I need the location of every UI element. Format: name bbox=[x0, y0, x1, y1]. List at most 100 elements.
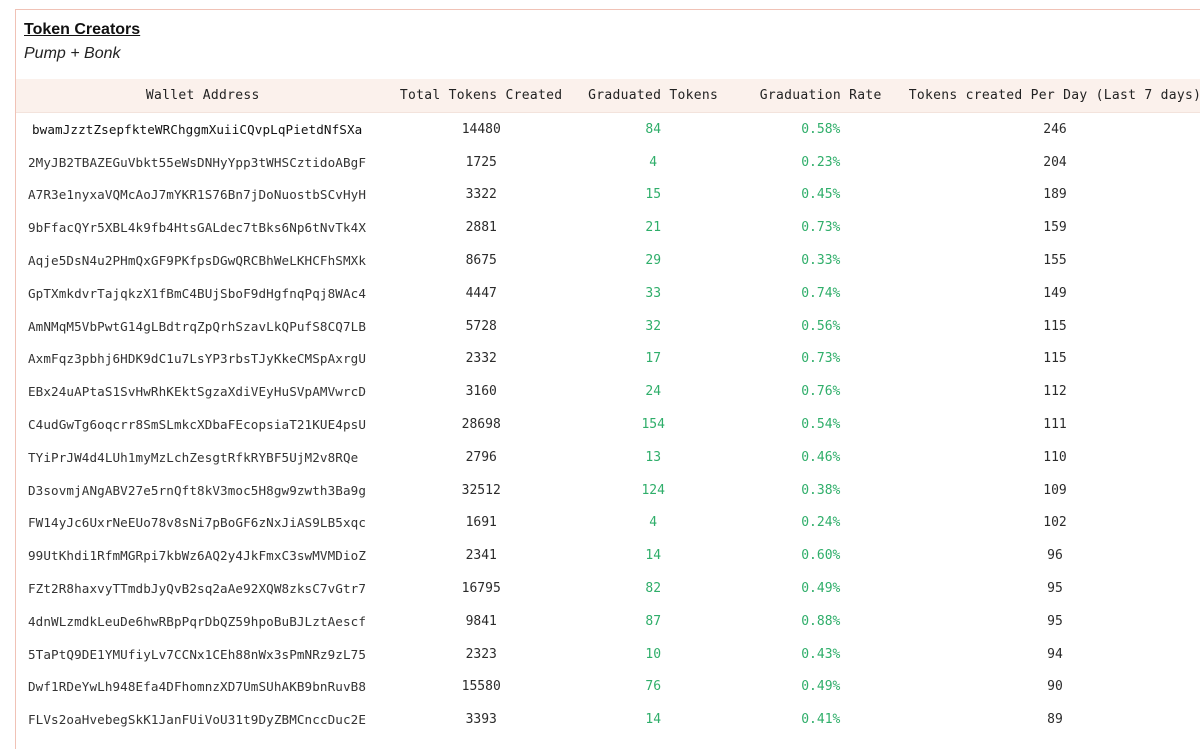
total-tokens-cell: 16795 bbox=[461, 581, 501, 597]
total-tokens-cell: 3322 bbox=[465, 187, 497, 203]
tokens-per-day-cell: 95 bbox=[1047, 581, 1063, 597]
table-row[interactable]: 4dnWLzmdkLeuDe6hwRBpPqrDbQZ59hpoBuBJLztA… bbox=[16, 605, 1200, 638]
graduated-tokens-cell: 124 bbox=[641, 482, 665, 498]
total-tokens-cell: 2881 bbox=[465, 220, 497, 236]
total-tokens-cell: 2796 bbox=[465, 449, 497, 465]
tokens-per-day-cell: 155 bbox=[1043, 253, 1067, 269]
tokens-per-day-cell: 109 bbox=[1043, 482, 1067, 498]
tokens-per-day-cell: 111 bbox=[1043, 417, 1067, 433]
column-header-total-tokens[interactable]: Total Tokens Created bbox=[389, 88, 572, 103]
graduation-rate-cell: 0.76% bbox=[801, 384, 841, 400]
total-tokens-cell: 8675 bbox=[465, 253, 497, 269]
total-tokens-cell: 3393 bbox=[465, 712, 497, 728]
wallet-address-cell: TYiPrJW4d4LUh1myMzLchZesgtRfkRYBF5UjM2v8… bbox=[28, 449, 359, 465]
graduated-tokens-cell: 76 bbox=[645, 679, 662, 695]
data-table: Wallet Address Total Tokens Created Grad… bbox=[16, 79, 1200, 736]
total-tokens-cell: 14480 bbox=[461, 121, 501, 137]
table-row[interactable]: GpTXmkdvrTajqkzX1fBmC4BUjSboF9dHgfnqPqj8… bbox=[16, 277, 1200, 310]
table-row[interactable]: AxmFqz3pbhj6HDK9dC1u7LsYP3rbsTJyKkeCMSpA… bbox=[16, 343, 1200, 376]
wallet-address-cell: 9bFfacQYr5XBL4k9fb4HtsGALdec7tBks6Np6tNv… bbox=[28, 220, 367, 236]
tokens-per-day-cell: 102 bbox=[1043, 515, 1067, 531]
wallet-address-cell: AxmFqz3pbhj6HDK9dC1u7LsYP3rbsTJyKkeCMSpA… bbox=[28, 351, 367, 367]
graduation-rate-cell: 0.43% bbox=[801, 646, 841, 662]
table-row[interactable]: 2MyJB2TBAZEGuVbkt55eWsDNHyYpp3tWHSCztido… bbox=[16, 146, 1200, 179]
table-row[interactable]: AmNMqM5VbPwtG14gLBdtrqZpQrhSzavLkQPufS8C… bbox=[16, 310, 1200, 343]
tokens-per-day-cell: 246 bbox=[1043, 121, 1067, 137]
wallet-address-cell: D3sovmjANgABV27e5rnQft8kV3moc5H8gw9zwth3… bbox=[28, 482, 367, 498]
total-tokens-cell: 15580 bbox=[461, 679, 501, 695]
table-row[interactable]: FZt2R8haxvyTTmdbJyQvB2sq2aAe92XQW8zksC7v… bbox=[16, 572, 1200, 605]
tokens-per-day-cell: 204 bbox=[1043, 154, 1067, 170]
graduation-rate-cell: 0.45% bbox=[801, 187, 841, 203]
graduation-rate-cell: 0.58% bbox=[801, 121, 841, 137]
wallet-address-cell: FZt2R8haxvyTTmdbJyQvB2sq2aAe92XQW8zksC7v… bbox=[28, 581, 367, 597]
wallet-address-cell: C4udGwTg6oqcrr8SmSLmkcXDbaFEcopsiaT21KUE… bbox=[28, 417, 367, 433]
panel-title[interactable]: Token Creators bbox=[24, 21, 140, 39]
table-row[interactable]: EBx24uAPtaS1SvHwRhKEktSgzaXdiVEyHuSVpAMV… bbox=[16, 375, 1200, 408]
graduated-tokens-cell: 17 bbox=[645, 351, 662, 367]
table-row[interactable]: 99UtKhdi1RfmMGRpi7kbWz6AQ2y4JkFmxC3swMVM… bbox=[16, 539, 1200, 572]
graduation-rate-cell: 0.88% bbox=[801, 613, 841, 629]
total-tokens-cell: 28698 bbox=[461, 417, 501, 433]
graduated-tokens-cell: 15 bbox=[645, 187, 662, 203]
total-tokens-cell: 5728 bbox=[465, 318, 497, 334]
table-row[interactable]: 5TaPtQ9DE1YMUfiyLv7CCNx1CEh88nWx3sPmNRz9… bbox=[16, 638, 1200, 671]
graduation-rate-cell: 0.56% bbox=[801, 318, 841, 334]
table-row[interactable]: FLVs2oaHvebegSkK1JanFUiVoU31t9DyZBMCnccD… bbox=[16, 703, 1200, 736]
panel-subtitle: Pump + Bonk bbox=[24, 45, 121, 62]
wallet-address-cell: 99UtKhdi1RfmMGRpi7kbWz6AQ2y4JkFmxC3swMVM… bbox=[28, 548, 367, 564]
graduated-tokens-cell: 84 bbox=[645, 121, 662, 137]
table-row[interactable]: TYiPrJW4d4LUh1myMzLchZesgtRfkRYBF5UjM2v8… bbox=[16, 441, 1200, 474]
wallet-address-cell: EBx24uAPtaS1SvHwRhKEktSgzaXdiVEyHuSVpAMV… bbox=[28, 384, 367, 400]
graduated-tokens-cell: 82 bbox=[645, 581, 662, 597]
column-header-graduation-rate[interactable]: Graduation Rate bbox=[733, 88, 907, 103]
wallet-address-cell: Aqje5DsN4u2PHmQxGF9PKfpsDGwQRCBhWeLKHCFh… bbox=[28, 253, 367, 269]
table-row[interactable]: bwamJzztZsepfkteWRChggmXuiiCQvpLqPietdNf… bbox=[16, 113, 1200, 146]
graduation-rate-cell: 0.73% bbox=[801, 220, 841, 236]
graduation-rate-cell: 0.41% bbox=[801, 712, 841, 728]
graduated-tokens-cell: 154 bbox=[641, 417, 665, 433]
graduation-rate-cell: 0.54% bbox=[801, 417, 841, 433]
table-row[interactable]: C4udGwTg6oqcrr8SmSLmkcXDbaFEcopsiaT21KUE… bbox=[16, 408, 1200, 441]
table-row[interactable]: FW14yJc6UxrNeEUo78v8sNi7pBoGF6zNxJiAS9LB… bbox=[16, 507, 1200, 540]
total-tokens-cell: 1691 bbox=[465, 515, 497, 531]
wallet-address-cell: bwamJzztZsepfkteWRChggmXuiiCQvpLqPietdNf… bbox=[32, 121, 363, 137]
graduation-rate-cell: 0.24% bbox=[801, 515, 841, 531]
tokens-per-day-cell: 96 bbox=[1047, 548, 1063, 564]
graduated-tokens-cell: 13 bbox=[645, 449, 662, 465]
wallet-address-cell: 2MyJB2TBAZEGuVbkt55eWsDNHyYpp3tWHSCztido… bbox=[28, 154, 367, 170]
tokens-per-day-cell: 112 bbox=[1043, 384, 1067, 400]
graduation-rate-cell: 0.60% bbox=[801, 548, 841, 564]
graduated-tokens-cell: 4 bbox=[649, 515, 658, 531]
column-header-tokens-per-day[interactable]: Tokens created Per Day (Last 7 days) bbox=[908, 88, 1200, 103]
graduated-tokens-cell: 14 bbox=[645, 548, 662, 564]
total-tokens-cell: 3160 bbox=[465, 384, 497, 400]
tokens-per-day-cell: 159 bbox=[1043, 220, 1067, 236]
table-row[interactable]: Dwf1RDeYwLh948Efa4DFhomnzXD7UmSUhAKB9bnR… bbox=[16, 671, 1200, 704]
graduated-tokens-cell: 14 bbox=[645, 712, 662, 728]
table-row[interactable]: A7R3e1nyxaVQMcAoJ7mYKR1S76Bn7jDoNuostbSC… bbox=[16, 179, 1200, 212]
graduated-tokens-cell: 4 bbox=[649, 154, 658, 170]
graduated-tokens-cell: 29 bbox=[645, 253, 662, 269]
graduated-tokens-cell: 33 bbox=[645, 285, 662, 301]
table-row[interactable]: D3sovmjANgABV27e5rnQft8kV3moc5H8gw9zwth3… bbox=[16, 474, 1200, 507]
graduation-rate-cell: 0.49% bbox=[801, 679, 841, 695]
graduated-tokens-cell: 24 bbox=[645, 384, 662, 400]
tokens-per-day-cell: 95 bbox=[1047, 613, 1063, 629]
total-tokens-cell: 9841 bbox=[465, 613, 497, 629]
table-row[interactable]: 9bFfacQYr5XBL4k9fb4HtsGALdec7tBks6Np6tNv… bbox=[16, 211, 1200, 244]
total-tokens-cell: 2332 bbox=[465, 351, 497, 367]
tokens-per-day-cell: 110 bbox=[1043, 449, 1067, 465]
graduation-rate-cell: 0.38% bbox=[801, 482, 841, 498]
graduation-rate-cell: 0.46% bbox=[801, 449, 841, 465]
wallet-address-cell: FW14yJc6UxrNeEUo78v8sNi7pBoGF6zNxJiAS9LB… bbox=[28, 515, 367, 531]
wallet-address-cell: FLVs2oaHvebegSkK1JanFUiVoU31t9DyZBMCnccD… bbox=[28, 712, 367, 728]
graduated-tokens-cell: 10 bbox=[645, 646, 662, 662]
table-row[interactable]: Aqje5DsN4u2PHmQxGF9PKfpsDGwQRCBhWeLKHCFh… bbox=[16, 244, 1200, 277]
column-header-wallet-address[interactable]: Wallet Address bbox=[16, 88, 389, 103]
graduation-rate-cell: 0.74% bbox=[801, 285, 841, 301]
total-tokens-cell: 32512 bbox=[461, 482, 501, 498]
table-header: Wallet Address Total Tokens Created Grad… bbox=[16, 79, 1200, 113]
graduated-tokens-cell: 87 bbox=[645, 613, 662, 629]
column-header-graduated-tokens[interactable]: Graduated Tokens bbox=[573, 88, 734, 103]
